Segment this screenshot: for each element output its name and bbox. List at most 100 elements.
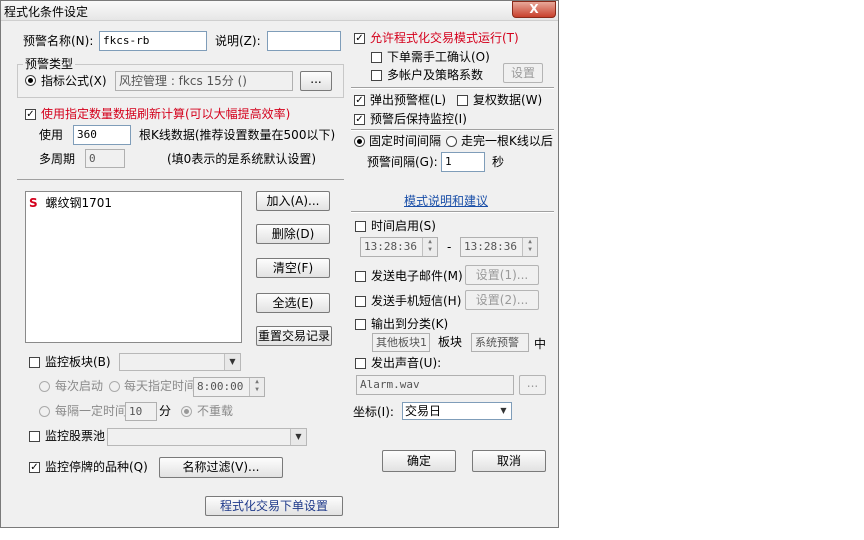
name-filter-button[interactable]: 名称过滤(V)... — [159, 457, 283, 478]
list-item-badge: S — [29, 196, 38, 210]
multi-account-label: 多帐户及策略系数 — [387, 68, 484, 82]
sms-settings-button[interactable]: 设置(2)... — [465, 290, 539, 310]
time-enable-checkbox[interactable] — [355, 221, 366, 232]
stock-pool-combo[interactable]: ▼ — [107, 428, 307, 446]
instrument-list[interactable]: S 螺纹钢1701 — [25, 191, 242, 343]
keep-monitoring-checkbox[interactable]: ✓ — [354, 114, 365, 125]
popup-alert-label: 弹出预警框(L) — [370, 93, 447, 107]
output-category-label: 输出到分类(K) — [371, 317, 449, 331]
alert-type-group-label: 预警类型 — [23, 56, 76, 72]
each-start-label: 每次启动 — [55, 379, 104, 393]
output-category-checkbox[interactable] — [355, 319, 366, 330]
alert-interval-unit: 秒 — [492, 155, 505, 169]
monitor-pool-checkbox[interactable] — [29, 431, 40, 442]
monitor-suspended-label: 监控停牌的品种(Q) — [45, 460, 148, 474]
formula-field: 风控管理 : fkcs 15分 () — [115, 71, 293, 91]
chevron-down-icon: ▼ — [496, 403, 511, 419]
interval-unit: 分 — [159, 404, 172, 418]
list-item-name: 螺纹钢1701 — [45, 196, 113, 210]
sound-browse-button[interactable]: ... — [519, 375, 546, 395]
no-reload-radio[interactable] — [181, 406, 192, 417]
play-sound-label: 发出声音(U): — [371, 356, 442, 370]
reset-trades-button[interactable]: 重置交易记录 — [256, 326, 332, 346]
manual-confirm-checkbox[interactable] — [371, 52, 382, 63]
multi-period-label: 多周期 — [39, 152, 76, 166]
time-enable-label: 时间启用(S) — [371, 219, 436, 233]
chevron-down-icon: ▼ — [290, 429, 306, 445]
after-kline-label: 走完一根K线以后 — [461, 134, 553, 148]
multi-account-settings-button[interactable]: 设置 — [503, 63, 543, 83]
alert-name-input[interactable]: fkcs-rb — [99, 31, 207, 51]
after-kline-radio[interactable] — [446, 136, 457, 147]
allow-mode-label: 允许程式化交易模式运行(T) — [370, 31, 519, 45]
play-sound-checkbox[interactable] — [355, 358, 366, 369]
list-item[interactable]: S 螺纹钢1701 — [29, 194, 112, 211]
mode-help-link[interactable]: 模式说明和建议 — [404, 193, 488, 209]
use-label: 使用 — [39, 128, 64, 142]
time-spinner-icon[interactable]: ▲ ▼ — [522, 238, 537, 256]
kline-count-input[interactable]: 360 — [73, 125, 131, 145]
keep-monitoring-label: 预警后保持监控(I) — [370, 112, 467, 126]
divider — [351, 211, 554, 213]
daily-time-input[interactable]: 8:00:00 ▲ ▼ — [193, 377, 265, 397]
each-start-radio[interactable] — [39, 381, 50, 392]
time-end-input[interactable]: 13:28:36 ▲ ▼ — [460, 237, 538, 257]
monitor-pool-label: 监控股票池 — [45, 429, 106, 443]
divider — [351, 129, 554, 131]
description-input[interactable] — [267, 31, 341, 51]
time-spinner-icon[interactable]: ▲ ▼ — [422, 238, 437, 256]
monitor-sector-checkbox[interactable] — [29, 357, 40, 368]
time-dash: - — [447, 240, 452, 254]
multi-period-hint: (填0表示的是系统默认设置) — [167, 152, 316, 166]
use-count-label: 使用指定数量数据刷新计算(可以大幅提高效率) — [41, 107, 291, 121]
email-settings-button[interactable]: 设置(1)... — [465, 265, 539, 285]
interval-label: 每隔一定时间 — [55, 404, 128, 418]
allow-mode-checkbox[interactable]: ✓ — [354, 33, 365, 44]
multi-account-checkbox[interactable] — [371, 70, 382, 81]
alert-interval-input[interactable]: 1 — [441, 152, 485, 172]
manual-confirm-label: 下单需手工确认(O) — [387, 50, 490, 64]
delete-button[interactable]: 删除(D) — [256, 224, 330, 244]
send-sms-label: 发送手机短信(H) — [371, 294, 462, 308]
clear-button[interactable]: 清空(F) — [256, 258, 330, 278]
alert-interval-label: 预警间隔(G): — [367, 155, 438, 169]
use-count-checkbox[interactable]: ✓ — [25, 109, 36, 120]
time-spinner-icon[interactable]: ▲ ▼ — [249, 378, 264, 396]
kline-count-suffix: 根K线数据(推荐设置数量在500以下) — [139, 128, 336, 142]
interval-radio[interactable] — [39, 406, 50, 417]
sector-label: 板块 — [438, 335, 463, 349]
coord-combo[interactable]: 交易日 ▼ — [402, 402, 512, 420]
rights-data-checkbox[interactable] — [457, 95, 468, 106]
monitor-sector-label: 监控板块(B) — [45, 355, 111, 369]
no-reload-label: 不重载 — [197, 404, 234, 418]
interval-input[interactable]: 10 — [125, 402, 157, 421]
popup-alert-checkbox[interactable]: ✓ — [354, 95, 365, 106]
program-order-settings-button[interactable]: 程式化交易下单设置 — [205, 496, 343, 516]
indicator-formula-label: 指标公式(X) — [41, 74, 107, 88]
title-bar[interactable]: 程式化条件设定 X — [1, 1, 558, 21]
time-start-input[interactable]: 13:28:36 ▲ ▼ — [360, 237, 438, 257]
cancel-button[interactable]: 取消 — [472, 450, 546, 472]
window-title: 程式化条件设定 — [4, 5, 89, 19]
rights-data-label: 复权数据(W) — [473, 93, 543, 107]
time-end-value: 13:28:36 — [464, 240, 517, 253]
monitor-suspended-checkbox[interactable]: ✓ — [29, 462, 40, 473]
daily-time-radio[interactable] — [109, 381, 120, 392]
send-email-checkbox[interactable] — [355, 271, 366, 282]
sector-input[interactable]: 系统预警 — [471, 333, 529, 352]
add-button[interactable]: 加入(A)... — [256, 191, 330, 211]
fixed-interval-radio[interactable] — [354, 136, 365, 147]
middle-label: 中 — [534, 337, 547, 351]
coord-value: 交易日 — [405, 404, 442, 418]
indicator-formula-radio[interactable] — [25, 75, 36, 86]
alert-name-label: 预警名称(N): — [23, 34, 94, 48]
send-email-label: 发送电子邮件(M) — [371, 269, 463, 283]
formula-browse-button[interactable]: ... — [300, 71, 332, 91]
sector-combo[interactable]: ▼ — [119, 353, 241, 371]
sound-file-input[interactable]: Alarm.wav — [356, 375, 514, 395]
select-all-button[interactable]: 全选(E) — [256, 293, 330, 313]
category-input[interactable]: 其他板块1 — [372, 333, 430, 352]
send-sms-checkbox[interactable] — [355, 296, 366, 307]
ok-button[interactable]: 确定 — [382, 450, 456, 472]
close-button[interactable]: X — [512, 1, 556, 18]
